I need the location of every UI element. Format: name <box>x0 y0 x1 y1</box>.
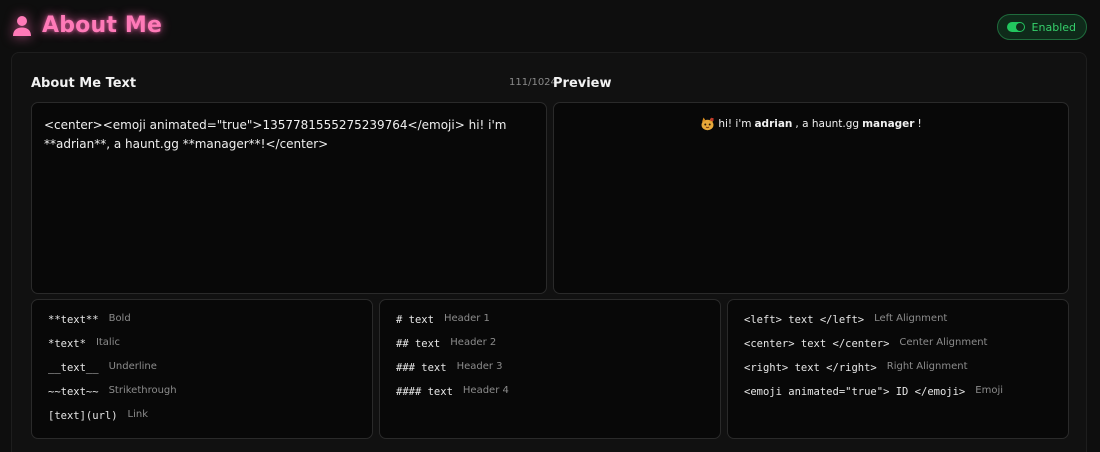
help-code: <right> text </right> <box>744 362 877 374</box>
help-desc: Header 3 <box>456 360 503 372</box>
help-code: **text** <box>48 314 99 326</box>
editor-label: About Me Text <box>31 76 137 91</box>
help-desc: Header 1 <box>443 312 490 324</box>
help-code: [text](url) <box>48 410 118 422</box>
page-title: About Me <box>42 13 163 38</box>
help-row-bold: **text** Bold <box>48 312 131 327</box>
help-row-header-1: # text Header 1 <box>396 312 490 327</box>
toggle-on-icon <box>1006 22 1025 32</box>
help-row-center-alignment: <center> text </center> Center Alignment <box>744 336 988 351</box>
help-code: <center> text </center> <box>744 338 890 350</box>
help-code: # text <box>396 314 434 326</box>
help-row-header-2: ## text Header 2 <box>396 336 497 351</box>
help-desc: Link <box>127 408 149 420</box>
help-row-header-3: ### text Header 3 <box>396 360 503 375</box>
help-code: __text__ <box>48 362 99 374</box>
help-row-right-alignment: <right> text </right> Right Alignment <box>744 360 968 375</box>
help-desc: Header 2 <box>450 336 497 348</box>
status-label: Enabled <box>1031 20 1076 34</box>
preview-pane: hi! i'm adrian, a haunt.gg manager! <box>553 102 1069 294</box>
preview-bold-1: adrian <box>754 118 793 130</box>
help-row-underline: __text__ Underline <box>48 360 157 375</box>
alignment-help: <left> text </left> Left Alignment <cent… <box>727 299 1069 439</box>
help-desc: Header 4 <box>462 384 509 396</box>
preview-bold-2: manager <box>862 118 915 130</box>
help-row-header-4: #### text Header 4 <box>396 384 509 399</box>
title-group: About Me <box>12 13 162 38</box>
preview-text-1: hi! i'm <box>718 118 752 130</box>
help-code: ### text <box>396 362 447 374</box>
about-me-panel: About Me Text 111/1024 Preview <center><… <box>11 52 1087 452</box>
preview-text-3: ! <box>917 118 922 130</box>
help-code: ~~text~~ <box>48 386 99 398</box>
user-icon <box>12 15 32 37</box>
help-row-strikethrough: ~~text~~ Strikethrough <box>48 384 177 399</box>
help-row-emoji: <emoji animated="true"> ID </emoji> Emoj… <box>744 384 1003 399</box>
help-code: <emoji animated="true"> ID </emoji> <box>744 386 966 398</box>
help-desc: Strikethrough <box>108 384 177 396</box>
help-code: *text* <box>48 338 86 350</box>
character-counter: 111/1024 <box>509 77 557 88</box>
about-me-text-input[interactable]: <center><emoji animated="true">135778155… <box>31 102 547 294</box>
help-desc: Right Alignment <box>886 360 968 372</box>
help-code: ## text <box>396 338 441 350</box>
help-desc: Center Alignment <box>899 336 988 348</box>
help-row-link: [text](url) Link <box>48 408 149 423</box>
help-code: #### text <box>396 386 453 398</box>
preview-label: Preview <box>553 76 612 91</box>
header-help: # text Header 1 ## text Header 2 ### tex… <box>379 299 721 439</box>
animated-emoji-icon <box>700 117 715 131</box>
preview-content: hi! i'm adrian, a haunt.gg manager! <box>554 117 1068 131</box>
help-desc: Underline <box>108 360 157 372</box>
help-desc: Emoji <box>975 384 1003 396</box>
help-row-italic: *text* Italic <box>48 336 120 351</box>
help-desc: Left Alignment <box>874 312 948 324</box>
help-row-left-alignment: <left> text </left> Left Alignment <box>744 312 948 327</box>
enabled-toggle-button[interactable]: Enabled <box>996 14 1087 40</box>
help-desc: Italic <box>95 336 120 348</box>
help-desc: Bold <box>108 312 131 324</box>
page-header: About Me Enabled <box>0 0 1100 52</box>
text-style-help: **text** Bold *text* Italic __text__ Und… <box>31 299 373 439</box>
help-code: <left> text </left> <box>744 314 865 326</box>
preview-text-2: , a haunt.gg <box>795 118 860 130</box>
